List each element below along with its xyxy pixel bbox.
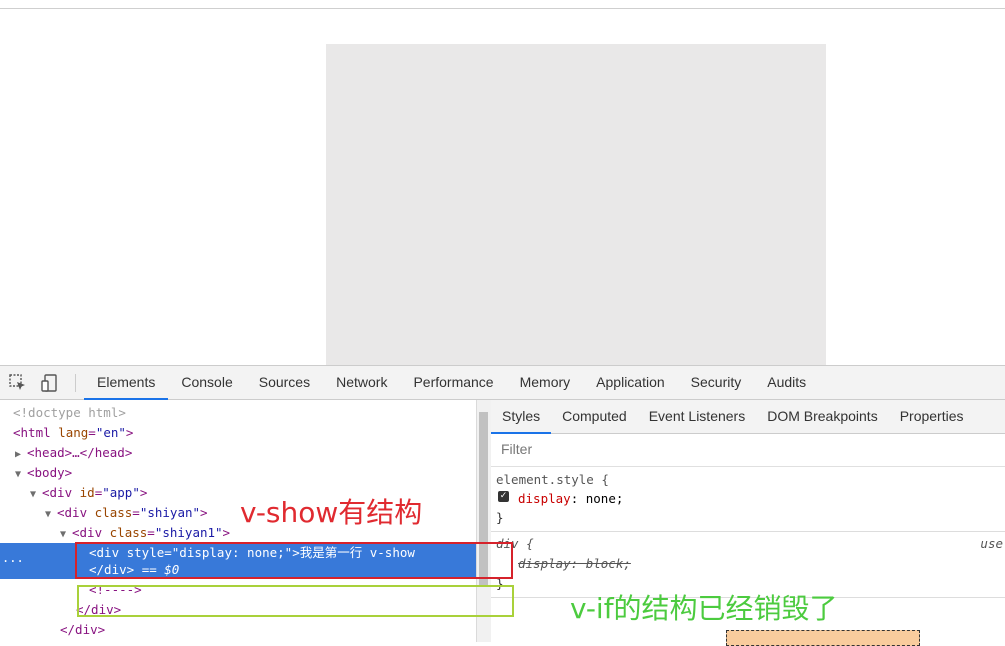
tree-node-html[interactable]: <html lang="en"> — [13, 423, 133, 443]
collapse-triangle-icon[interactable]: ▼ — [15, 465, 27, 485]
user-agent-label: use — [980, 536, 1003, 551]
element-style-property[interactable]: display: none; — [518, 491, 623, 506]
annotation-red-box — [75, 542, 513, 579]
div-rule-property: display: block; — [518, 556, 631, 571]
subtab-dom-breakpoints[interactable]: DOM Breakpoints — [756, 400, 888, 433]
box-model-diagram — [726, 630, 920, 646]
tree-node-shiyan[interactable]: ▼ <div class="shiyan"> — [45, 503, 208, 523]
tab-sources[interactable]: Sources — [246, 366, 323, 399]
subtab-styles[interactable]: Styles — [491, 400, 552, 434]
collapse-triangle-icon[interactable]: ▼ — [45, 505, 57, 525]
devtools-toolbar: Elements Console Sources Network Perform… — [0, 366, 1005, 400]
toolbar-separator — [75, 374, 76, 392]
property-checkbox[interactable]: ✓ — [498, 491, 509, 502]
annotation-vif-label: v-if的结构已经销毁了 — [570, 592, 838, 625]
inspect-element-icon[interactable] — [8, 373, 28, 393]
page-top-rule — [0, 8, 1005, 9]
tab-console[interactable]: Console — [168, 366, 245, 399]
tree-node-shiyan1[interactable]: ▼ <div class="shiyan1"> — [60, 523, 230, 543]
rule-separator — [491, 531, 1005, 532]
expand-triangle-icon[interactable]: ▶ — [15, 445, 27, 465]
collapse-triangle-icon[interactable]: ▼ — [60, 525, 72, 545]
styles-filter-input[interactable] — [499, 440, 803, 458]
collapse-triangle-icon[interactable]: ▼ — [30, 485, 42, 505]
tree-node-close-div[interactable]: </div> — [60, 620, 105, 640]
annotation-vshow-label: v-show有结构 — [240, 496, 423, 529]
node-actions-dots[interactable]: ... — [2, 551, 24, 565]
element-style-selector: element.style { — [496, 472, 609, 487]
tab-network[interactable]: Network — [323, 366, 400, 399]
annotation-green-box — [77, 585, 514, 617]
subtab-computed[interactable]: Computed — [551, 400, 638, 433]
element-style-close: } — [496, 510, 504, 525]
tree-node-body[interactable]: ▼ <body> — [15, 463, 72, 483]
subtab-event-listeners[interactable]: Event Listeners — [638, 400, 757, 433]
tab-performance[interactable]: Performance — [400, 366, 506, 399]
tab-memory[interactable]: Memory — [507, 366, 584, 399]
tree-node-app[interactable]: ▼ <div id="app"> — [30, 483, 147, 503]
tab-security[interactable]: Security — [678, 366, 755, 399]
tree-node-doctype[interactable]: <!doctype html> — [13, 403, 126, 423]
styles-subtabs: Styles Computed Event Listeners DOM Brea… — [491, 400, 1005, 434]
tab-application[interactable]: Application — [583, 366, 678, 399]
tab-audits[interactable]: Audits — [754, 366, 819, 399]
device-toolbar-icon[interactable] — [40, 373, 60, 393]
tab-elements[interactable]: Elements — [84, 366, 169, 400]
filter-bar — [491, 434, 1005, 467]
hidden-content-area — [326, 44, 826, 365]
tree-node-head[interactable]: ▶ <head>…</head> — [15, 443, 132, 463]
devtools-tabs: Elements Console Sources Network Perform… — [84, 366, 819, 400]
subtab-properties[interactable]: Properties — [889, 400, 975, 433]
